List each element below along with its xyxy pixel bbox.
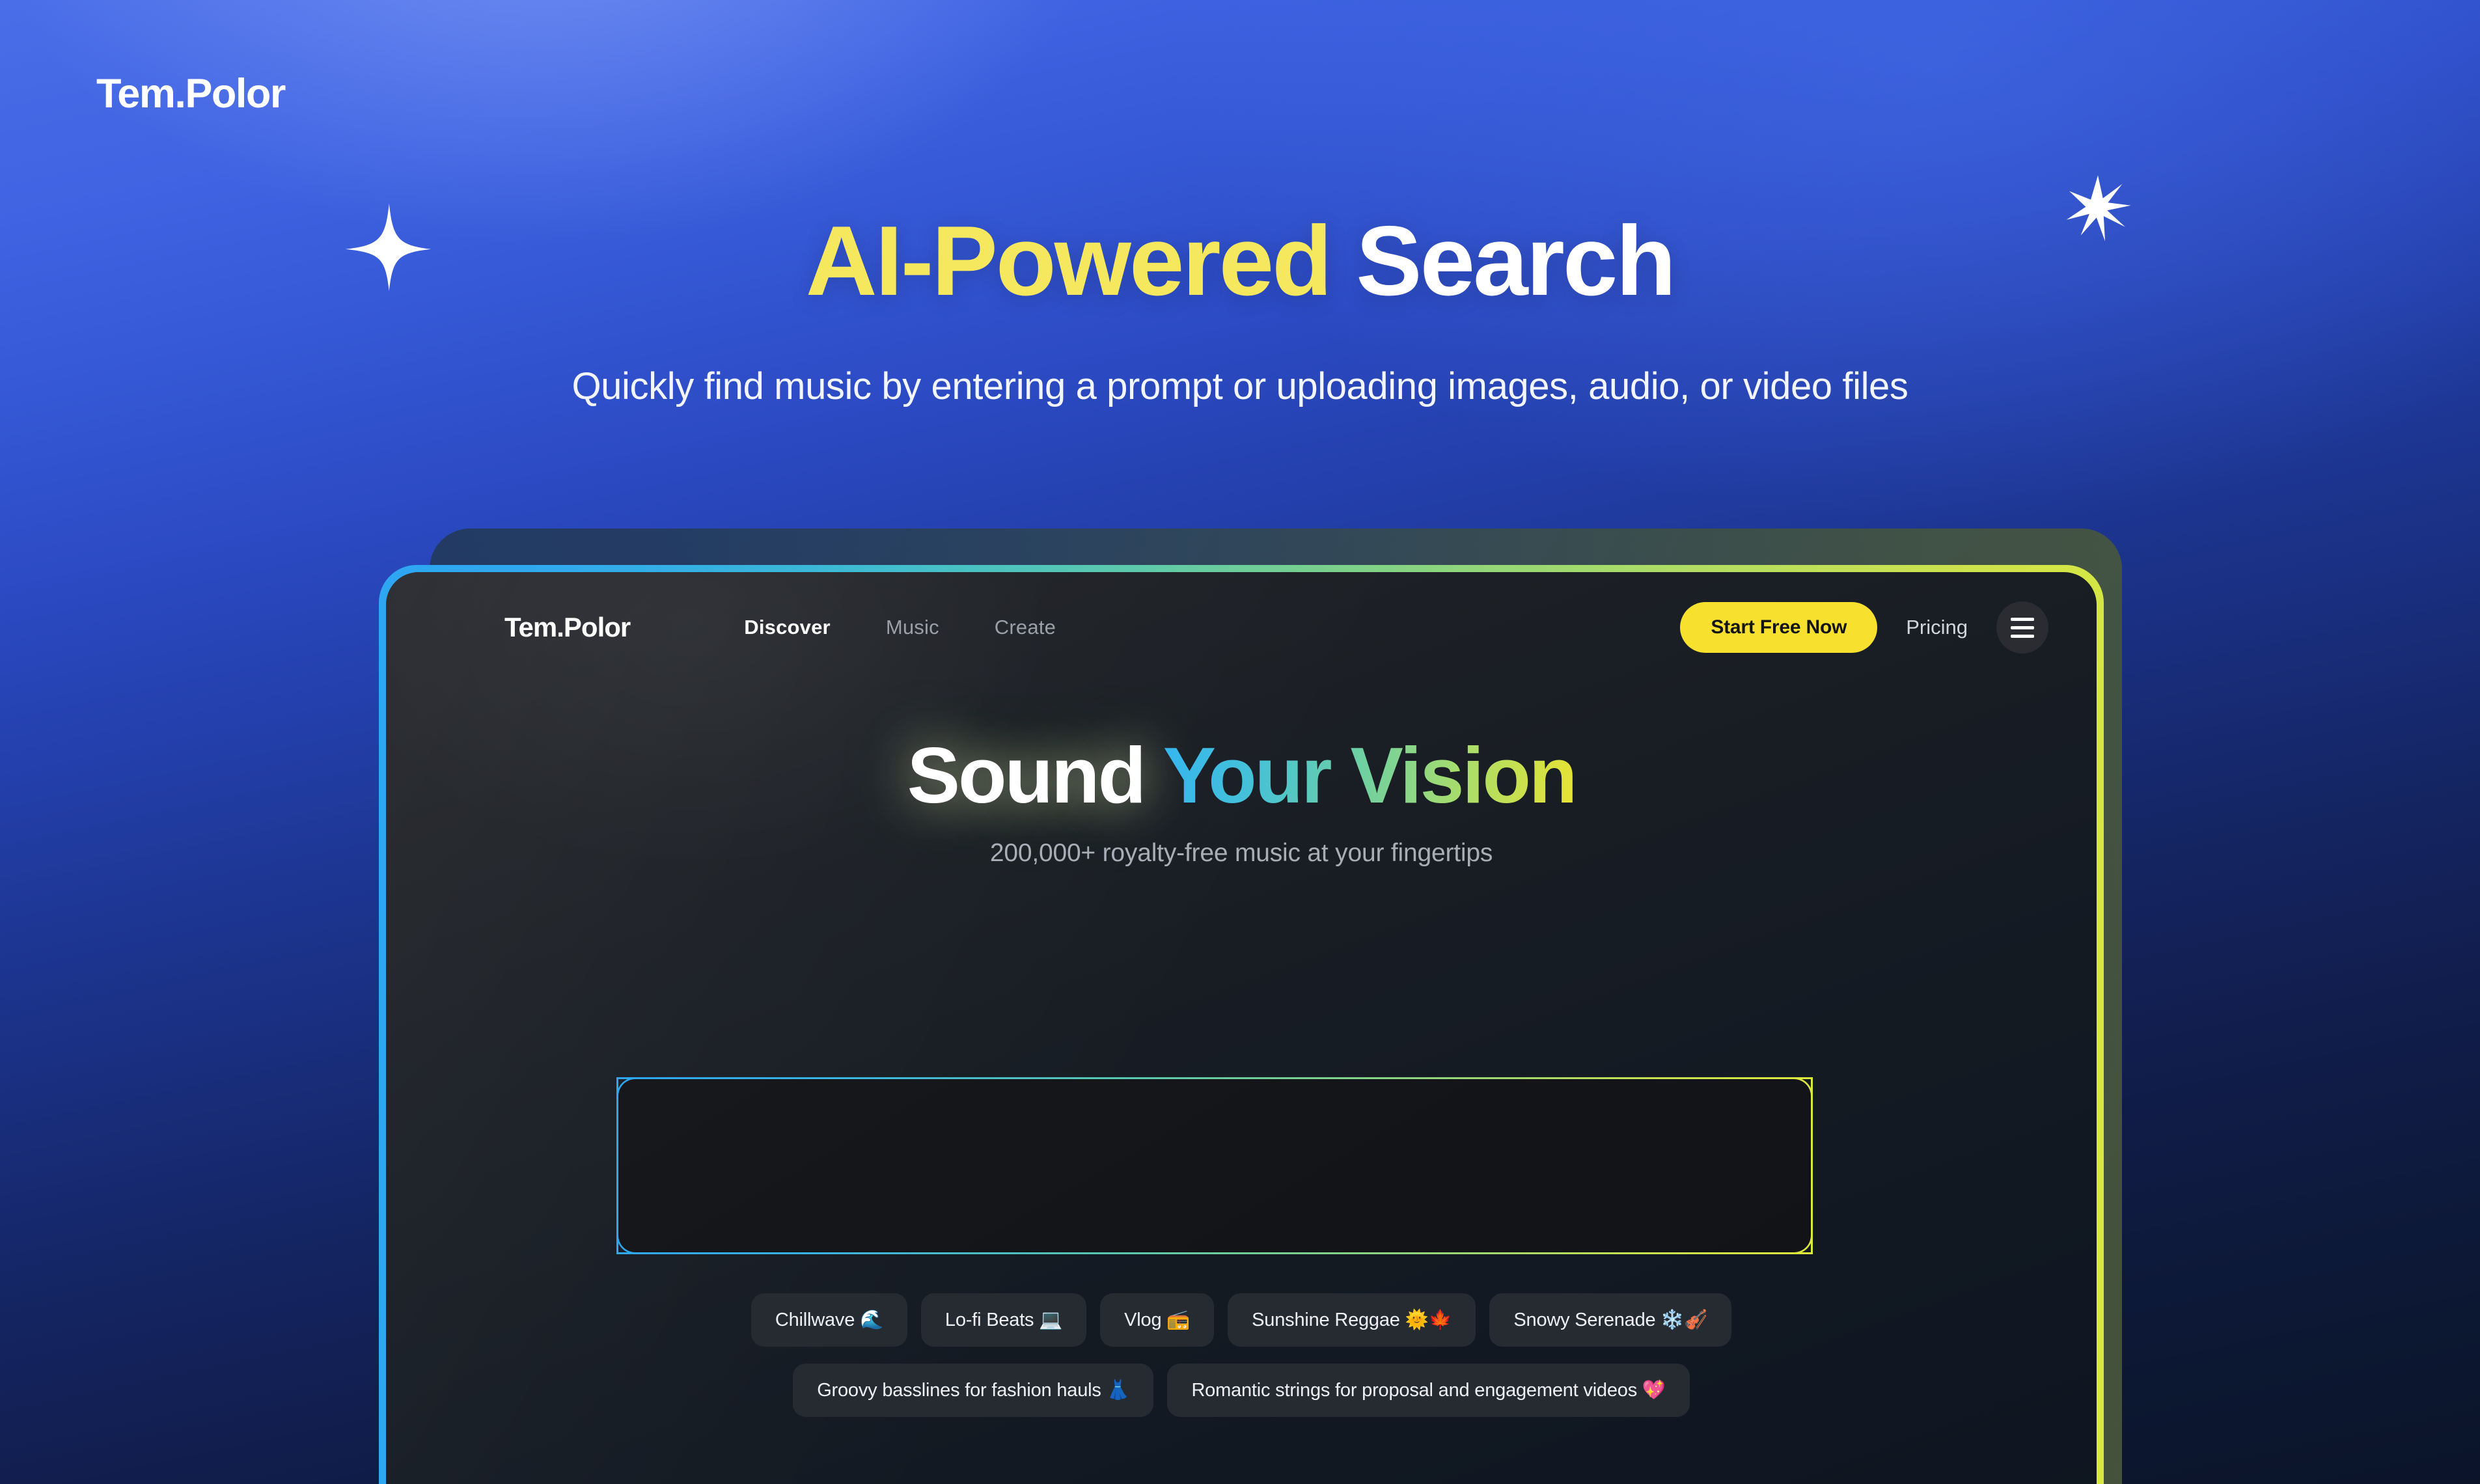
app-nav-actions: Start Free Now Pricing xyxy=(1680,601,2048,653)
page-headline: AI-Powered Search xyxy=(0,212,2480,310)
nav-item-create[interactable]: Create xyxy=(995,616,1056,639)
hamburger-bar xyxy=(2011,634,2034,638)
headline-accent: AI-Powered xyxy=(805,206,1332,316)
page-logo-text: Tem.Polor xyxy=(96,71,286,117)
search-box[interactable]: Action pack music for a corporate video xyxy=(616,1077,1813,1254)
hamburger-bar xyxy=(2011,617,2034,621)
nav-item-discover[interactable]: Discover xyxy=(744,616,831,639)
start-free-now-button[interactable]: Start Free Now xyxy=(1680,602,1878,653)
chip-lofi-beats[interactable]: Lo-fi Beats 💻 xyxy=(920,1293,1087,1347)
suggestion-chips: Chillwave 🌊 Lo-fi Beats 💻 Vlog 📻 Sunshin… xyxy=(386,1293,2097,1417)
chip-romantic-strings[interactable]: Romantic strings for proposal and engage… xyxy=(1167,1364,1690,1417)
app-hero: Sound Your Vision 200,000+ royalty-free … xyxy=(386,734,2097,868)
chip-groovy-basslines[interactable]: Groovy basslines for fashion hauls 👗 xyxy=(793,1364,1154,1417)
device-gradient-border: Tem.Polor Discover Music Create Start Fr… xyxy=(379,565,2104,1484)
page-root: Tem.Polor AI-Powered Search Quickly find… xyxy=(0,0,2480,1484)
pricing-link[interactable]: Pricing xyxy=(1906,616,1968,639)
app-screen: Tem.Polor Discover Music Create Start Fr… xyxy=(386,572,2097,1484)
chip-vlog[interactable]: Vlog 📻 xyxy=(1100,1293,1215,1347)
chip-snowy-serenade[interactable]: Snowy Serenade ❄️🎻 xyxy=(1489,1293,1732,1347)
chip-sunshine-reggae[interactable]: Sunshine Reggae 🌞🍁 xyxy=(1228,1293,1476,1347)
nav-item-music[interactable]: Music xyxy=(886,616,939,639)
search-box-inner xyxy=(618,1079,1811,1252)
headline-rest: Search xyxy=(1330,206,1676,316)
app-nav-links: Discover Music Create xyxy=(744,616,1056,639)
hamburger-bar xyxy=(2011,625,2034,629)
chip-chillwave[interactable]: Chillwave 🌊 xyxy=(751,1293,907,1347)
app-logo[interactable]: Tem.Polor xyxy=(504,612,631,643)
hero-subtitle: 200,000+ royalty-free music at your fing… xyxy=(989,839,1493,868)
search-panel: Action pack music for a corporate video xyxy=(616,1077,1813,1254)
hamburger-icon[interactable] xyxy=(1996,601,2048,653)
hero-title: Sound Your Vision xyxy=(907,731,1578,819)
hero-title-white: Sound xyxy=(907,731,1163,819)
chip-row-1: Chillwave 🌊 Lo-fi Beats 💻 Vlog 📻 Sunshin… xyxy=(751,1293,1732,1347)
page-subheadline: Quickly find music by entering a prompt … xyxy=(572,365,1908,407)
hero-title-gradient: Your Vision xyxy=(1163,731,1578,819)
page-logo: Tem.Polor xyxy=(96,70,286,117)
app-navbar: Tem.Polor Discover Music Create Start Fr… xyxy=(386,572,2097,683)
chip-row-2: Groovy basslines for fashion hauls 👗 Rom… xyxy=(793,1364,1690,1417)
